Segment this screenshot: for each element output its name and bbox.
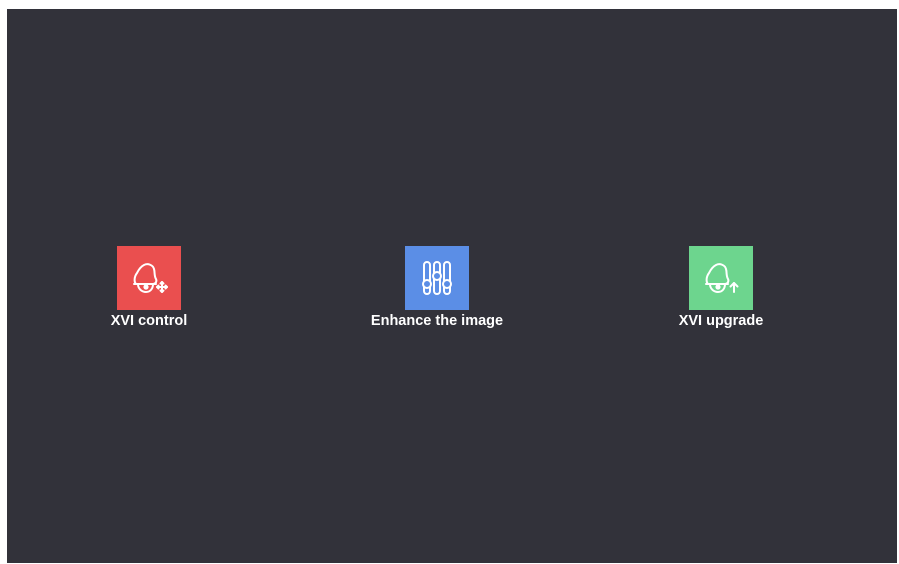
xvi-control-label: XVI control: [110, 313, 188, 329]
dome-camera-upgrade-icon: [705, 263, 739, 293]
dome-camera-move-icon: [133, 263, 168, 293]
enhance-image-label: Enhance the image: [370, 313, 504, 329]
sliders-icon: [422, 261, 452, 295]
xvi-control-button[interactable]: XVI control: [97, 246, 201, 330]
xvi-upgrade-label: XVI upgrade: [678, 313, 764, 329]
main-panel: XVI control Enhance the image XVI upgrad…: [7, 9, 897, 563]
enhance-image-icon-box[interactable]: [405, 246, 469, 310]
enhance-image-button[interactable]: Enhance the image: [345, 246, 529, 330]
xvi-upgrade-button[interactable]: XVI upgrade: [671, 246, 771, 330]
xvi-control-icon-box[interactable]: [117, 246, 181, 310]
xvi-upgrade-icon-box[interactable]: [689, 246, 753, 310]
